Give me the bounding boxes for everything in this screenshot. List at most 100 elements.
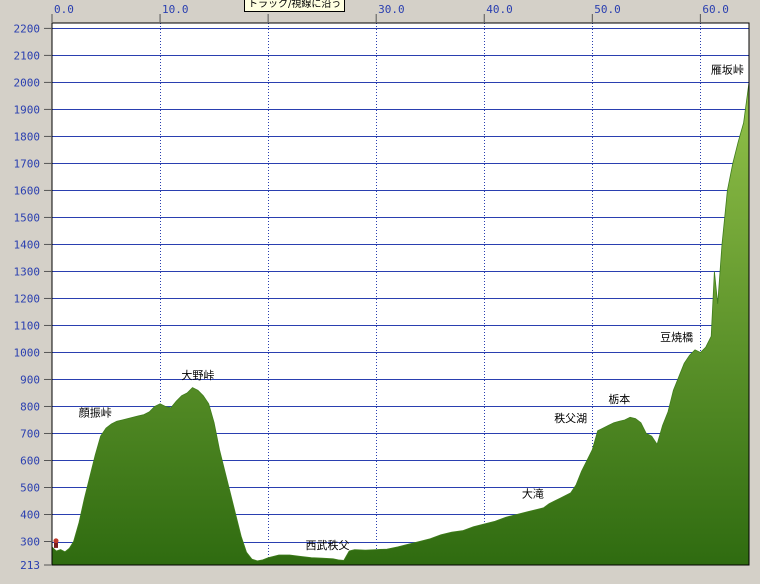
- data-point: [689, 355, 690, 356]
- data-point: [397, 546, 398, 547]
- y-tick-label: 213: [20, 559, 40, 572]
- data-point: [603, 428, 604, 429]
- data-point: [543, 507, 544, 508]
- data-point: [197, 390, 198, 391]
- data-point: [338, 559, 339, 560]
- data-point: [635, 418, 636, 419]
- data-point: [127, 418, 128, 419]
- y-tick-label: 1900: [14, 103, 41, 116]
- data-point: [73, 541, 74, 542]
- data-point: [651, 436, 652, 437]
- data-point: [69, 548, 70, 549]
- y-tick-label: 1800: [14, 130, 41, 143]
- data-point: [95, 455, 96, 456]
- data-point: [246, 552, 247, 553]
- data-point: [738, 141, 739, 142]
- place-label: 顔振峠: [79, 406, 112, 420]
- data-point: [84, 498, 85, 499]
- data-point: [235, 514, 236, 515]
- data-point: [154, 406, 155, 407]
- start-marker-group: [53, 538, 59, 548]
- data-point: [570, 492, 571, 493]
- data-point: [549, 503, 550, 504]
- data-point: [597, 430, 598, 431]
- place-label: 秩父湖: [554, 412, 587, 425]
- data-point: [116, 421, 117, 422]
- data-point: [484, 523, 485, 524]
- data-point: [143, 414, 144, 415]
- data-point: [559, 498, 560, 499]
- data-point: [451, 532, 452, 533]
- data-point: [203, 395, 204, 396]
- data-point: [354, 549, 355, 550]
- data-point: [224, 471, 225, 472]
- x-axis-ticks: 0.0 10.0 30.0 40.0 50.0 60.0: [51, 3, 729, 22]
- data-point: [149, 411, 150, 412]
- data-point: [527, 511, 528, 512]
- y-tick-label: 1300: [14, 265, 41, 278]
- data-point: [181, 395, 182, 396]
- data-point: [343, 560, 344, 561]
- y-tick-label: 1500: [14, 211, 41, 224]
- data-point: [289, 554, 290, 555]
- data-point: [138, 415, 139, 416]
- place-label: 大滝: [522, 487, 544, 501]
- data-point: [667, 411, 668, 412]
- y-tick-label: 2100: [14, 49, 41, 62]
- data-point: [332, 558, 333, 559]
- place-label: 大野峠: [181, 368, 214, 382]
- data-point: [408, 544, 409, 545]
- y-tick-label: 600: [20, 454, 40, 467]
- y-tick-label: 800: [20, 400, 40, 413]
- data-point: [727, 190, 728, 191]
- data-point: [684, 363, 685, 364]
- start-marker-body: [54, 542, 58, 548]
- x-tick-label: 0.0: [54, 3, 74, 16]
- data-point: [473, 526, 474, 527]
- y-tick-label: 500: [20, 481, 40, 494]
- data-point: [565, 495, 566, 496]
- data-point: [160, 403, 161, 404]
- data-point: [170, 407, 171, 408]
- data-point: [505, 517, 506, 518]
- y-tick-label: 1100: [14, 319, 41, 332]
- y-tick-label: 1400: [14, 238, 41, 251]
- y-tick-label: 900: [20, 373, 40, 386]
- data-point: [624, 419, 625, 420]
- tooltip: トラック/視線に沿う: [244, 0, 346, 12]
- data-point: [300, 556, 301, 557]
- data-point: [538, 509, 539, 510]
- data-point: [630, 417, 631, 418]
- data-point: [516, 514, 517, 515]
- data-point: [230, 492, 231, 493]
- data-point: [311, 557, 312, 558]
- data-point: [122, 419, 123, 420]
- data-point: [705, 347, 706, 348]
- data-point: [430, 538, 431, 539]
- x-tick-label: 30.0: [378, 3, 405, 16]
- data-point: [214, 422, 215, 423]
- y-axis-ticks: 2200 2100 2000 1900 1800 1700 1600 1500 1400 1300…: [14, 22, 52, 572]
- data-point: [714, 271, 715, 272]
- place-label: 豆焼橋: [660, 330, 693, 344]
- data-point: [646, 433, 647, 434]
- data-point: [192, 387, 193, 388]
- data-point: [619, 421, 620, 422]
- data-point: [554, 500, 555, 501]
- data-point: [273, 556, 274, 557]
- data-point: [586, 460, 587, 461]
- data-point: [208, 403, 209, 404]
- y-tick-label: 1200: [14, 292, 41, 305]
- data-point: [732, 163, 733, 164]
- data-point: [89, 476, 90, 477]
- data-point: [105, 428, 106, 429]
- data-point: [365, 550, 366, 551]
- data-point: [613, 422, 614, 423]
- data-point: [187, 392, 188, 393]
- data-point: [262, 559, 263, 560]
- start-marker-icon: [53, 538, 59, 544]
- data-point: [322, 558, 323, 559]
- y-tick-label: 2200: [14, 22, 41, 35]
- y-tick-label: 1000: [14, 346, 41, 359]
- x-tick-label: 60.0: [702, 3, 729, 16]
